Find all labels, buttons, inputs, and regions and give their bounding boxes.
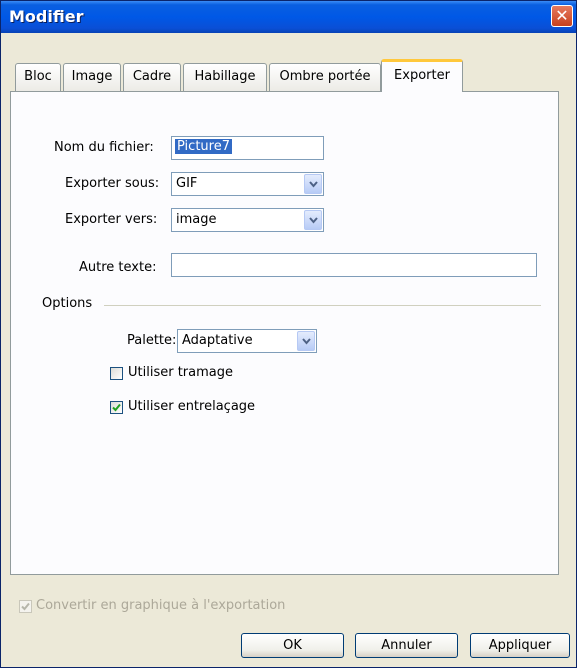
- filename-label: Nom du fichier:: [54, 140, 154, 155]
- apply-button[interactable]: Appliquer: [470, 633, 570, 658]
- export-to-label: Exporter vers:: [65, 212, 158, 227]
- cancel-button[interactable]: Annuler: [355, 633, 458, 658]
- close-icon: ✕: [555, 6, 569, 25]
- palette-select[interactable]: Adaptative: [177, 329, 317, 353]
- dither-label[interactable]: Utiliser tramage: [128, 365, 233, 380]
- title-bar[interactable]: Modifier ✕: [1, 1, 576, 33]
- convert-label: Convertir en graphique à l'exportation: [36, 598, 286, 613]
- export-as-label: Exporter sous:: [65, 176, 160, 191]
- tab-image[interactable]: Image: [63, 63, 121, 91]
- palette-dropdown-button[interactable]: [297, 331, 315, 351]
- interlace-checkbox[interactable]: [110, 401, 123, 414]
- modifier-dialog: Modifier ✕ Bloc Image Cadre Habillage Om…: [0, 0, 577, 668]
- export-to-value: image: [176, 212, 217, 227]
- close-button[interactable]: ✕: [551, 5, 573, 27]
- palette-value: Adaptative: [182, 333, 253, 348]
- tab-bloc[interactable]: Bloc: [15, 63, 61, 91]
- tab-ombre-portee[interactable]: Ombre portée: [269, 63, 381, 91]
- dither-checkbox[interactable]: [110, 367, 123, 380]
- tab-cadre[interactable]: Cadre: [123, 63, 181, 91]
- interlace-label[interactable]: Utiliser entrelaçage: [128, 399, 255, 414]
- checkmark-icon: [112, 403, 121, 412]
- alt-text-label: Autre texte:: [79, 260, 157, 275]
- chevron-down-icon: [309, 181, 318, 188]
- convert-checkbox[interactable]: [19, 600, 32, 613]
- chevron-down-icon: [302, 338, 311, 345]
- tab-exporter[interactable]: Exporter: [381, 59, 463, 92]
- filename-value: Picture7: [175, 139, 232, 154]
- tab-habillage[interactable]: Habillage: [183, 63, 267, 91]
- filename-input[interactable]: Picture7: [171, 136, 324, 160]
- export-as-select[interactable]: GIF: [171, 172, 324, 196]
- checkmark-icon: [21, 602, 30, 611]
- options-heading: Options: [42, 296, 93, 311]
- export-to-select[interactable]: image: [171, 208, 324, 232]
- export-to-dropdown-button[interactable]: [304, 210, 322, 230]
- chevron-down-icon: [309, 217, 318, 224]
- options-separator: [104, 305, 541, 306]
- dialog-title: Modifier: [9, 7, 84, 26]
- palette-label: Palette:: [127, 333, 177, 348]
- export-as-dropdown-button[interactable]: [304, 174, 322, 194]
- ok-button[interactable]: OK: [241, 633, 344, 658]
- export-as-value: GIF: [176, 176, 198, 191]
- exporter-panel: Nom du fichier: Picture7 Exporter sous: …: [10, 91, 559, 575]
- alt-text-input[interactable]: [171, 253, 537, 277]
